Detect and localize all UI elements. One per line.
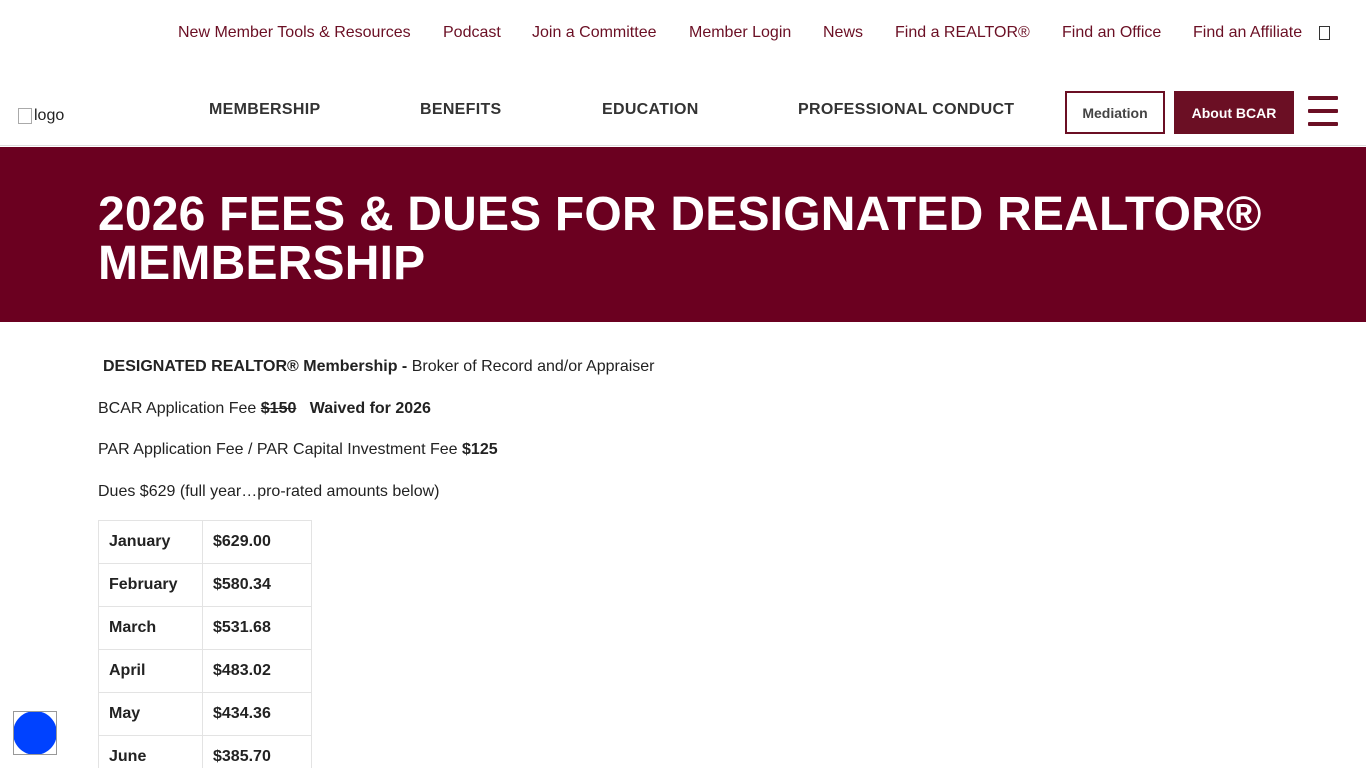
link-new-member-tools[interactable]: New Member Tools & Resources — [178, 24, 411, 42]
membership-type-line: DESIGNATED REALTOR® Membership - Broker … — [103, 358, 655, 376]
link-join-committee[interactable]: Join a Committee — [532, 24, 657, 42]
dues-table: January $629.00 February $580.34 March $… — [98, 520, 312, 768]
month-cell: June — [98, 735, 203, 768]
table-row: June $385.70 — [98, 735, 312, 768]
link-podcast[interactable]: Podcast — [443, 24, 501, 42]
table-row: April $483.02 — [98, 649, 312, 693]
par-fee-label: PAR Application Fee / PAR Capital Invest… — [98, 441, 458, 458]
search-icon[interactable] — [1319, 26, 1330, 40]
table-row: February $580.34 — [98, 563, 312, 607]
amount-cell: $629.00 — [202, 520, 312, 564]
link-find-realtor[interactable]: Find a REALTOR® — [895, 24, 1030, 42]
accessibility-widget-button[interactable] — [13, 711, 57, 755]
main-nav: logo MEMBERSHIP BENEFITS EDUCATION PROFE… — [0, 74, 1366, 146]
nav-membership[interactable]: MEMBERSHIP — [209, 101, 320, 119]
membership-type-desc: Broker of Record and/or Appraiser — [411, 358, 655, 375]
link-member-login[interactable]: Member Login — [689, 24, 791, 42]
bcar-fee-label: BCAR Application Fee — [98, 400, 257, 417]
bcar-fee-original: $150 — [260, 400, 297, 417]
amount-cell: $531.68 — [202, 606, 312, 650]
amount-cell: $580.34 — [202, 563, 312, 607]
bcar-fee-waived: Waived for 2026 — [309, 400, 431, 417]
amount-cell: $434.36 — [202, 692, 312, 736]
month-cell: January — [98, 520, 203, 564]
amount-cell: $385.70 — [202, 735, 312, 768]
table-row: January $629.00 — [98, 520, 312, 564]
month-cell: February — [98, 563, 203, 607]
broken-image-icon — [18, 108, 32, 124]
page-title: 2026 FEES & DUES FOR DESIGNATED REALTOR®… — [98, 188, 1262, 290]
amount-cell: $483.02 — [202, 649, 312, 693]
about-bcar-button[interactable]: About BCAR — [1174, 91, 1294, 134]
utility-nav: New Member Tools & Resources Podcast Joi… — [0, 0, 1366, 70]
mediation-button[interactable]: Mediation — [1065, 91, 1165, 134]
nav-professional-conduct[interactable]: PROFESSIONAL CONDUCT — [798, 101, 1014, 119]
membership-type-label: DESIGNATED REALTOR® Membership - — [103, 358, 408, 375]
link-find-affiliate[interactable]: Find an Affiliate — [1193, 24, 1302, 42]
link-news[interactable]: News — [823, 24, 863, 42]
nav-benefits[interactable]: BENEFITS — [420, 101, 502, 119]
hamburger-menu-icon[interactable] — [1308, 96, 1338, 128]
dues-line: Dues $629 (full year…pro-rated amounts b… — [98, 483, 440, 500]
bcar-fee-line: BCAR Application Fee $150 Waived for 202… — [98, 400, 431, 418]
logo-alt-text: logo — [34, 107, 65, 124]
table-row: March $531.68 — [98, 606, 312, 650]
month-cell: April — [98, 649, 203, 693]
nav-education[interactable]: EDUCATION — [602, 101, 699, 119]
month-cell: March — [98, 606, 203, 650]
par-fee-line: PAR Application Fee / PAR Capital Invest… — [98, 441, 498, 459]
logo[interactable]: logo — [18, 107, 64, 125]
table-row: May $434.36 — [98, 692, 312, 736]
link-find-office[interactable]: Find an Office — [1062, 24, 1161, 42]
month-cell: May — [98, 692, 203, 736]
par-fee-amount: $125 — [462, 441, 498, 458]
broken-image-frame — [13, 711, 57, 755]
page-banner: 2026 FEES & DUES FOR DESIGNATED REALTOR®… — [0, 147, 1366, 322]
